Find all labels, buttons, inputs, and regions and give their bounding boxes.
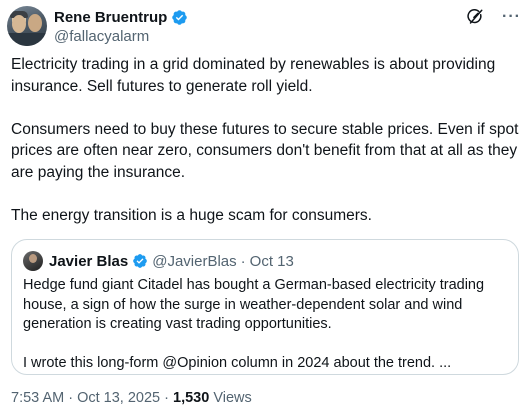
- tweet-timestamp[interactable]: 7:53 AM · Oct 13, 2025 ·: [11, 390, 173, 406]
- quoted-tweet-date: Oct 13: [249, 252, 294, 270]
- header-actions: ···: [466, 8, 521, 26]
- author-avatar[interactable]: [7, 6, 47, 46]
- quoted-author-handle: @JavierBlas: [152, 252, 237, 270]
- tweet-paragraph: Consumers need to buy these futures to s…: [11, 120, 519, 181]
- verified-badge-icon: [133, 254, 148, 268]
- quoted-paragraph: I wrote this long-form @Opinion column i…: [23, 355, 452, 371]
- tweet-meta: 7:53 AM · Oct 13, 2025 · 1,530 Views: [11, 390, 252, 406]
- separator-dot: ·: [240, 252, 246, 270]
- tweet-paragraph: Electricity trading in a grid dominated …: [11, 56, 496, 95]
- author-display-name[interactable]: Rene Bruentrup: [54, 9, 167, 26]
- views-label: Views: [209, 390, 252, 406]
- grok-icon[interactable]: [466, 8, 484, 26]
- views-count: 1,530: [173, 390, 210, 406]
- tweet-paragraph: The energy transition is a huge scam for…: [11, 206, 372, 224]
- quoted-tweet-text: Hedge fund giant Citadel has bought a Ge…: [23, 276, 509, 374]
- quoted-tweet[interactable]: Javier Blas @JavierBlas · Oct 13 Hedge f…: [11, 239, 519, 375]
- quoted-author-avatar: [23, 251, 43, 271]
- tweet-header: Rene Bruentrup @fallacyalarm ···: [7, 6, 521, 46]
- quoted-author-display-name: Javier Blas: [49, 252, 129, 270]
- quoted-tweet-header: Javier Blas @JavierBlas · Oct 13: [23, 251, 294, 271]
- more-icon[interactable]: ···: [502, 9, 521, 25]
- quoted-paragraph: Hedge fund giant Citadel has bought a Ge…: [23, 277, 485, 332]
- tweet-text: Electricity trading in a grid dominated …: [11, 54, 521, 226]
- verified-badge-icon[interactable]: [171, 9, 188, 26]
- tweet-card: Rene Bruentrup @fallacyalarm ··· Electri…: [0, 0, 529, 420]
- author-names: Rene Bruentrup @fallacyalarm: [54, 7, 188, 45]
- author-handle[interactable]: @fallacyalarm: [54, 28, 188, 45]
